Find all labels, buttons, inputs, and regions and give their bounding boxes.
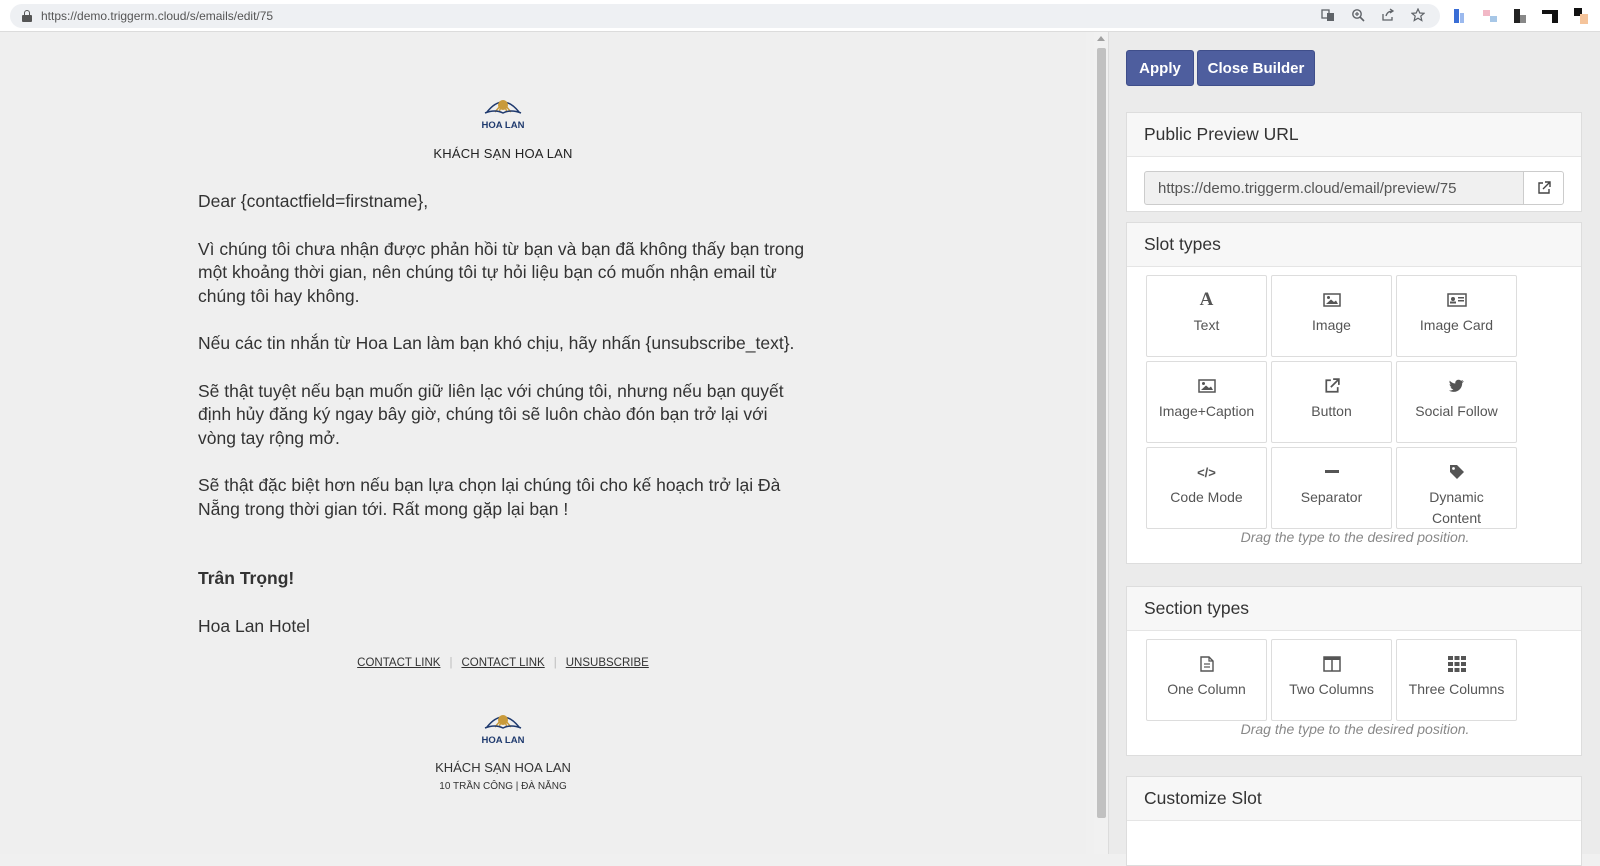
unsubscribe-link[interactable]: UNSUBSCRIBE: [566, 657, 649, 669]
paragraph: Vì chúng tôi chưa nhận được phản hồi từ …: [198, 238, 805, 306]
paragraph: Nếu các tin nhắn từ Hoa Lan làm bạn khó …: [198, 333, 795, 353]
star-icon[interactable]: [1410, 7, 1426, 23]
extension-icon-1[interactable]: [1452, 8, 1468, 24]
svg-text:HOA LAN: HOA LAN: [482, 735, 525, 746]
email-content: HOA LAN KHÁCH SẠN HOA LAN Dear {contactf…: [198, 32, 808, 792]
external-link-icon: [1324, 378, 1340, 394]
tag-icon: [1449, 464, 1465, 480]
image-icon: [1322, 292, 1341, 308]
zoom-icon[interactable]: [1350, 7, 1366, 23]
email-body: Dear {contactfield=firstname}, Vì chúng …: [198, 190, 808, 638]
share-icon[interactable]: [1380, 7, 1396, 23]
extension-icon-4[interactable]: [1542, 8, 1558, 24]
code-icon: </>: [1197, 464, 1216, 480]
twitter-icon: [1448, 378, 1465, 394]
open-preview-button[interactable]: [1523, 171, 1564, 205]
greeting: Dear {contactfield=firstname},: [198, 191, 429, 211]
section-type-three-columns[interactable]: Three Columns: [1396, 639, 1517, 721]
slot-type-dynamic-content[interactable]: Dynamic Content: [1396, 447, 1517, 529]
slot-type-button[interactable]: Button: [1271, 361, 1392, 443]
extension-icon-3[interactable]: [1512, 8, 1528, 24]
minus-icon: [1324, 464, 1339, 480]
extension-icon-5[interactable]: [1572, 8, 1588, 24]
slot-type-separator[interactable]: Separator: [1271, 447, 1392, 529]
signoff: Trân Trọng!: [198, 568, 295, 588]
section-types-card: Section types One Column Two Columns Thr…: [1126, 586, 1582, 756]
footer-links: CONTACT LINK | CONTACT LINK | UNSUBSCRIBE: [357, 657, 649, 669]
footer-logo: HOA LAN: [198, 709, 808, 752]
paragraph: Sẽ thật tuyệt nếu bạn muốn giữ liên lạc …: [198, 380, 784, 448]
contact-link[interactable]: CONTACT LINK: [461, 657, 544, 669]
builder-panel: Apply Close Builder Public Preview URL h…: [1108, 32, 1600, 866]
address-bar[interactable]: https://demo.triggerm.cloud/s/emails/edi…: [10, 4, 1440, 28]
slot-type-image-card[interactable]: Image Card: [1396, 275, 1517, 357]
footer-address: 10 TRẦN CÔNG | ĐÀ NẴNG: [439, 781, 567, 792]
card-title: Slot types: [1127, 223, 1581, 267]
svg-text:HOA LAN: HOA LAN: [482, 120, 525, 131]
hotel-name-header: KHÁCH SẠN HOA LAN: [433, 146, 573, 161]
hotel-logo: HOA LAN: [477, 94, 529, 132]
slot-type-image[interactable]: Image: [1271, 275, 1392, 357]
slot-type-text[interactable]: A Text: [1146, 275, 1267, 357]
close-builder-button[interactable]: Close Builder: [1197, 50, 1315, 86]
slot-types-card: Slot types A Text Image Image Card Image…: [1126, 222, 1582, 564]
customize-slot-card: Customize Slot: [1126, 776, 1582, 866]
footer-hotel-name: KHÁCH SẠN HOA LAN: [435, 760, 571, 775]
text-icon: A: [1199, 289, 1214, 310]
address-url[interactable]: https://demo.triggerm.cloud/s/emails/edi…: [41, 9, 273, 23]
email-preview[interactable]: HOA LAN KHÁCH SẠN HOA LAN Dear {contactf…: [0, 32, 1086, 854]
browser-toolbar: https://demo.triggerm.cloud/s/emails/edi…: [0, 0, 1600, 32]
preview-url-card: Public Preview URL https://demo.triggerm…: [1126, 112, 1582, 212]
card-title: Public Preview URL: [1127, 113, 1581, 157]
signature: Hoa Lan Hotel: [198, 615, 310, 636]
drag-hint: Drag the type to the desired position.: [1240, 721, 1470, 737]
slot-type-social-follow[interactable]: Social Follow: [1396, 361, 1517, 443]
slot-type-code-mode[interactable]: </> Code Mode: [1146, 447, 1267, 529]
scroll-up-icon[interactable]: [1097, 36, 1105, 41]
card-title: Customize Slot: [1127, 777, 1581, 821]
translate-icon[interactable]: [1320, 7, 1336, 23]
preview-scrollbar[interactable]: [1094, 32, 1108, 854]
slot-type-image-caption[interactable]: Image+Caption: [1146, 361, 1267, 443]
external-link-icon: [1537, 181, 1551, 194]
grid-icon: [1447, 656, 1466, 672]
image-caption-icon: [1197, 378, 1216, 394]
scroll-thumb[interactable]: [1097, 48, 1106, 818]
extension-icon-2[interactable]: [1482, 8, 1498, 24]
preview-url-field[interactable]: https://demo.triggerm.cloud/email/previe…: [1144, 171, 1524, 205]
card-title: Section types: [1127, 587, 1581, 631]
section-type-one-column[interactable]: One Column: [1146, 639, 1267, 721]
section-type-two-columns[interactable]: Two Columns: [1271, 639, 1392, 721]
columns-icon: [1322, 656, 1341, 672]
file-icon: [1199, 656, 1214, 672]
paragraph: Sẽ thật đặc biệt hơn nếu bạn lựa chọn lạ…: [198, 475, 781, 519]
drag-hint: Drag the type to the desired position.: [1240, 529, 1470, 545]
lock-icon: [22, 10, 32, 22]
id-card-icon: [1446, 292, 1467, 308]
contact-link[interactable]: CONTACT LINK: [357, 657, 440, 669]
apply-button[interactable]: Apply: [1126, 50, 1194, 86]
